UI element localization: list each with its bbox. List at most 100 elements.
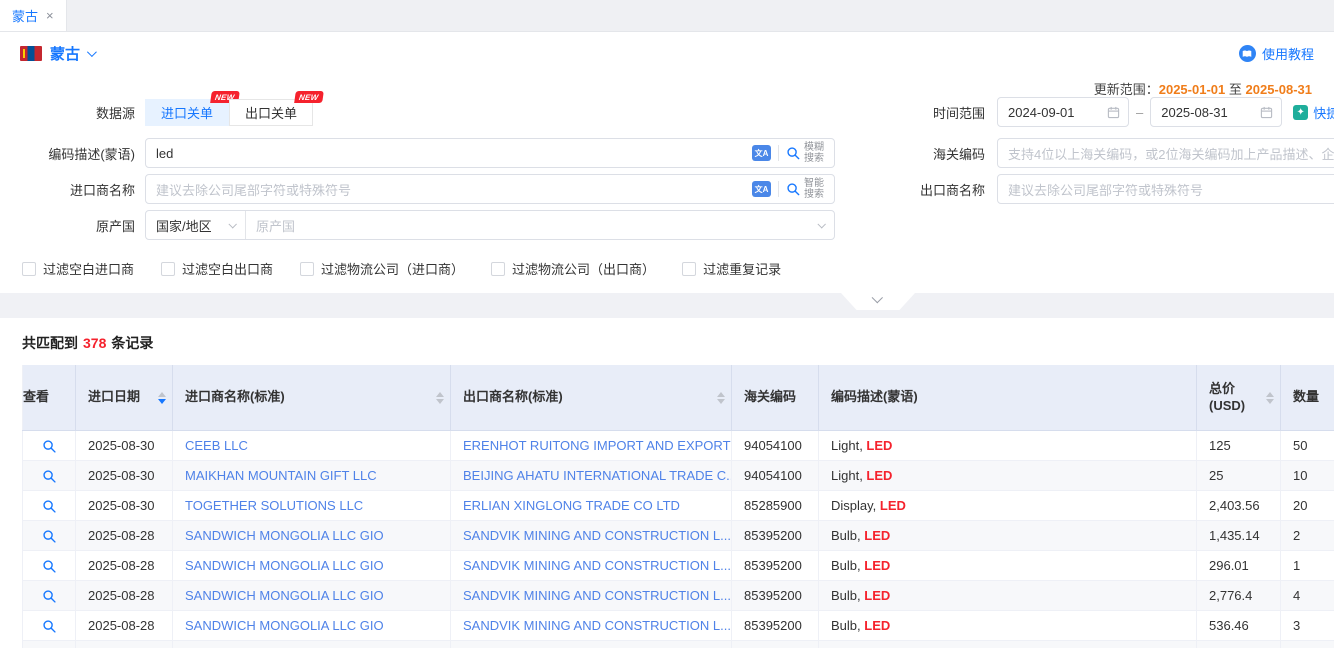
importer-link[interactable]: TOGETHER SOLUTIONS LLC — [173, 491, 451, 521]
exporter-input[interactable]: 建议去除公司尾部字符或特殊符号 — [997, 174, 1334, 204]
importer-link[interactable]: SANDWICH MONGOLIA LLC GIO — [173, 611, 451, 641]
importer-link[interactable]: SANDWICH MONGOLIA LLC GIO — [173, 521, 451, 551]
sort-asc-icon[interactable] — [158, 392, 166, 397]
view-magnifier-icon[interactable] — [42, 439, 57, 454]
time-range-label: 时间范围 — [880, 103, 985, 122]
importer-link[interactable]: SANDWICH MONGOLIA LLC GIO — [173, 581, 451, 611]
code-desc-cell: Bulb, LED — [819, 551, 1197, 581]
view-magnifier-icon[interactable] — [42, 499, 57, 514]
code-desc-input[interactable]: led 文A 模糊搜索 — [145, 138, 835, 168]
total-usd-cell: 536.46 — [1197, 611, 1281, 641]
exporter-link[interactable]: ERENHOT RUITONG IMPORT AND EXPORT ... — [451, 431, 732, 461]
sort-desc-icon[interactable] — [1266, 399, 1274, 404]
calendar-icon — [1260, 106, 1273, 119]
translate-icon[interactable]: 文A — [752, 145, 771, 161]
column-header-label: 总价 (USD) — [1209, 381, 1260, 414]
quick-select-link[interactable]: ✦ 快捷选择 — [1293, 103, 1334, 122]
view-magnifier-icon[interactable] — [42, 589, 57, 604]
checkbox-icon[interactable] — [161, 262, 175, 276]
quantity-cell: 1 — [1281, 641, 1334, 648]
origin-input[interactable]: 原产国 — [246, 216, 834, 235]
filter-checkbox[interactable]: 过滤物流公司（出口商） — [491, 259, 655, 278]
tutorial-label: 使用教程 — [1262, 44, 1314, 63]
origin-control: 国家/地区 原产国 — [145, 210, 835, 240]
view-cell — [23, 611, 76, 641]
quantity-cell: 4 — [1281, 581, 1334, 611]
filter-checkbox[interactable]: 过滤物流公司（进口商） — [300, 259, 464, 278]
origin-type-select[interactable]: 国家/地区 — [146, 211, 246, 239]
sort-desc-icon[interactable] — [717, 399, 725, 404]
results-panel: 共匹配到378条记录 查看 进口日期 进口商名称(标准) — [0, 318, 1334, 646]
origin-placeholder: 原产国 — [256, 216, 818, 235]
quick-select-label: 快捷选择 — [1313, 103, 1334, 122]
sort-asc-icon[interactable] — [436, 392, 444, 397]
chevron-down-icon[interactable] — [87, 47, 97, 57]
start-date-input[interactable]: 2024-09-01 — [997, 97, 1129, 127]
sort-control[interactable] — [1266, 392, 1274, 404]
end-date-input[interactable]: 2025-08-31 — [1150, 97, 1282, 127]
exporter-link[interactable]: SANDVIK MINING AND CONSTRUCTION L... — [451, 641, 732, 648]
importer-link[interactable]: SANDWICH MONGOLIA LLC GIO — [173, 641, 451, 648]
quantity-cell: 20 — [1281, 491, 1334, 521]
column-header: 进口商名称(标准) — [173, 365, 451, 431]
exporter-link[interactable]: SANDVIK MINING AND CONSTRUCTION L... — [451, 581, 732, 611]
hs-code-label: 海关编码 — [880, 144, 985, 163]
tab-mongolia[interactable]: 蒙古 × — [0, 0, 67, 31]
importer-link[interactable]: SANDWICH MONGOLIA LLC GIO — [173, 551, 451, 581]
sort-desc-icon[interactable] — [158, 399, 166, 404]
tab-close-icon[interactable]: × — [46, 9, 54, 22]
filter-checkbox[interactable]: 过滤空白出口商 — [161, 259, 273, 278]
importer-link[interactable]: CEEB LLC — [173, 431, 451, 461]
smart-search-toggle[interactable]: 智能搜索 — [786, 178, 826, 200]
book-icon — [1239, 45, 1256, 62]
sort-asc-icon[interactable] — [717, 392, 725, 397]
data-source-tab[interactable]: 进口关单 NEW — [145, 99, 229, 126]
country-title[interactable]: 蒙古 — [50, 43, 80, 64]
import-date-cell: 2025-08-28 — [76, 641, 173, 648]
exporter-link[interactable]: SANDVIK MINING AND CONSTRUCTION L... — [451, 551, 732, 581]
view-cell — [23, 551, 76, 581]
importer-input[interactable]: 建议去除公司尾部字符或特殊符号 文A 智能搜索 — [145, 174, 835, 204]
sort-control[interactable] — [717, 392, 725, 404]
hs-code-input[interactable]: 支持4位以上海关编码，或2位海关编码加上产品描述、企业名称 — [997, 138, 1334, 168]
data-source-tabs: 进口关单 NEW 出口关单 NEW — [145, 99, 313, 126]
view-cell — [23, 581, 76, 611]
quantity-cell: 1 — [1281, 551, 1334, 581]
sort-asc-icon[interactable] — [1266, 392, 1274, 397]
total-usd-cell: 2,403.56 — [1197, 491, 1281, 521]
sort-control[interactable] — [158, 392, 166, 404]
checkbox-icon[interactable] — [300, 262, 314, 276]
translate-icon[interactable]: 文A — [752, 181, 771, 197]
view-magnifier-icon[interactable] — [42, 559, 57, 574]
table-body: 2025-08-30 CEEB LLC ERENHOT RUITONG IMPO… — [23, 431, 1334, 648]
sort-control[interactable] — [436, 392, 444, 404]
tutorial-link[interactable]: 使用教程 — [1239, 44, 1314, 63]
total-usd-cell: 497.57 — [1197, 641, 1281, 648]
importer-link[interactable]: MAIKHAN MOUNTAIN GIFT LLC — [173, 461, 451, 491]
column-header-label: 进口商名称(标准) — [185, 389, 430, 405]
view-cell — [23, 431, 76, 461]
view-cell — [23, 461, 76, 491]
column-header: 进口日期 — [76, 365, 173, 431]
exporter-link[interactable]: SANDVIK MINING AND CONSTRUCTION L... — [451, 521, 732, 551]
checkbox-icon[interactable] — [491, 262, 505, 276]
view-magnifier-icon[interactable] — [42, 529, 57, 544]
view-magnifier-icon[interactable] — [42, 619, 57, 634]
hs-code-cell: 85395200 — [732, 641, 819, 648]
data-source-tab[interactable]: 出口关单 NEW — [229, 99, 313, 126]
table-row: 2025-08-28 SANDWICH MONGOLIA LLC GIO SAN… — [23, 521, 1334, 551]
exporter-link[interactable]: BEIJING AHATU INTERNATIONAL TRADE C... — [451, 461, 732, 491]
fuzzy-search-toggle[interactable]: 模糊搜索 — [786, 142, 826, 164]
exporter-link[interactable]: SANDVIK MINING AND CONSTRUCTION L... — [451, 611, 732, 641]
checkbox-icon[interactable] — [682, 262, 696, 276]
filter-checkbox[interactable]: 过滤重复记录 — [682, 259, 781, 278]
collapse-panel-handle[interactable] — [841, 293, 915, 310]
view-magnifier-icon[interactable] — [42, 469, 57, 484]
sort-desc-icon[interactable] — [436, 399, 444, 404]
exporter-link[interactable]: ERLIAN XINGLONG TRADE CO LTD — [451, 491, 732, 521]
column-header: 查看 — [23, 365, 76, 431]
code-desc-cell: Bulb, LED — [819, 641, 1197, 648]
checkbox-icon[interactable] — [22, 262, 36, 276]
filter-checkbox[interactable]: 过滤空白进口商 — [22, 259, 134, 278]
quantity-cell: 2 — [1281, 521, 1334, 551]
